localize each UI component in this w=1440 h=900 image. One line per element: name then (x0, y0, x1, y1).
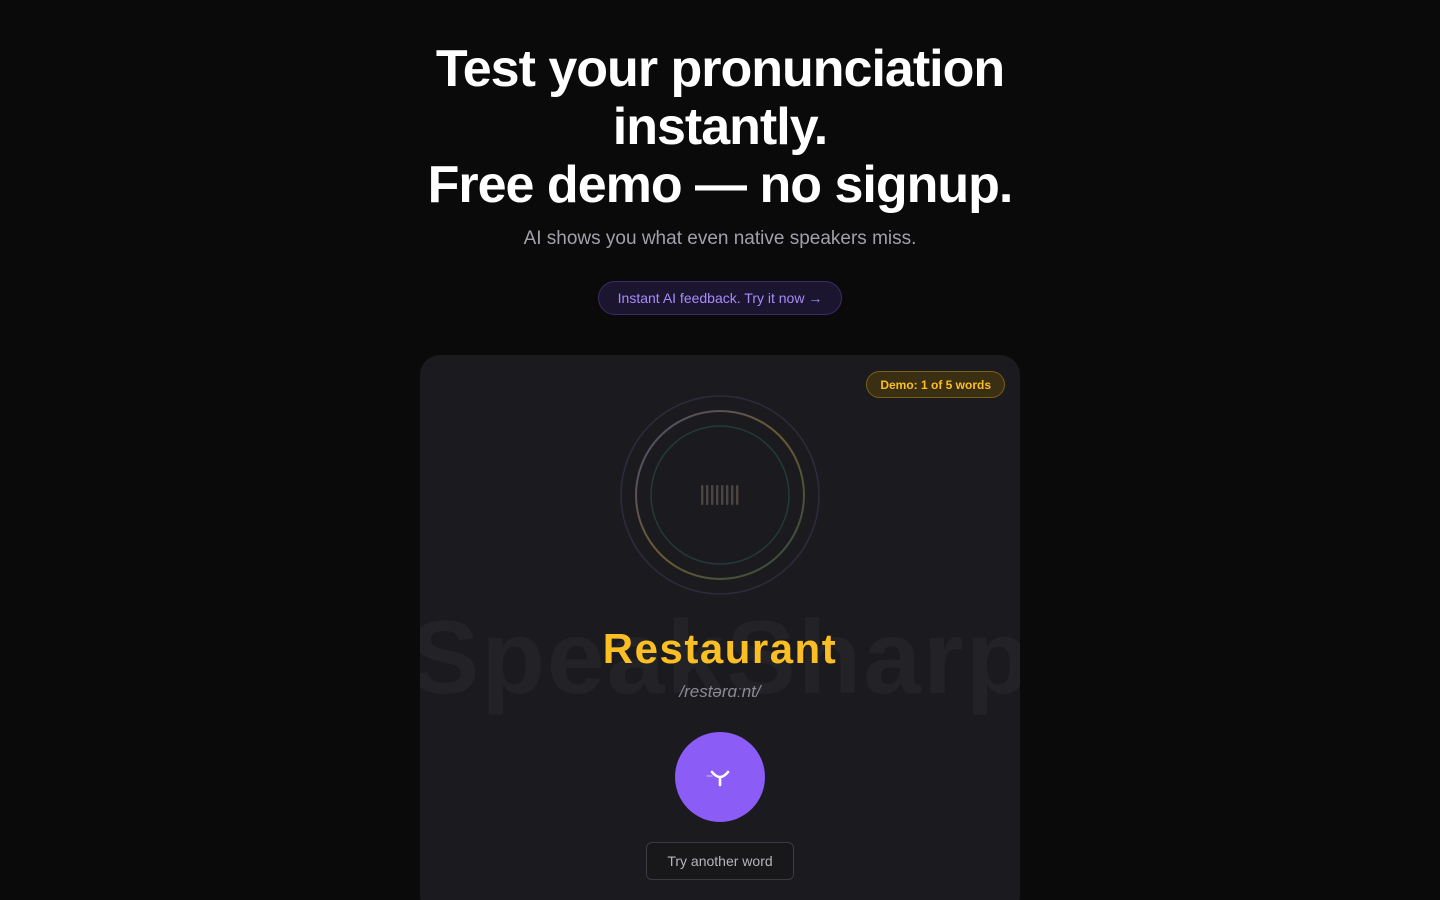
hero-title-line-3: Free demo — no signup. (427, 156, 1014, 214)
visualizer-middle-ring (635, 410, 805, 580)
try-it-now-button[interactable]: Instant AI feedback. Try it now → (598, 281, 842, 315)
audio-visualizer (620, 395, 820, 595)
hero-title-line-2: instantly. (612, 98, 828, 156)
try-another-word-button[interactable]: Try another word (646, 842, 794, 880)
hero-title: Test your pronunciation instantly. Free … (0, 40, 1440, 214)
waveform-icon (701, 485, 739, 505)
microphone-icon (706, 770, 730, 787)
hero-title-line-1: Test your pronunciation (435, 40, 1005, 98)
hero-subtitle: AI shows you what even native speakers m… (523, 228, 917, 249)
target-word: Restaurant (602, 625, 838, 672)
target-word-ipa: /restərɑːnt/ (679, 682, 761, 701)
demo-progress-badge: Demo: 1 of 5 words (866, 371, 1005, 398)
record-button[interactable] (675, 732, 765, 822)
demo-card: SpeakSharp Demo: 1 of 5 words Restaurant… (420, 355, 1020, 900)
page: Test your pronunciation instantly. Free … (0, 0, 1440, 900)
visualizer-inner-ring (650, 425, 790, 565)
